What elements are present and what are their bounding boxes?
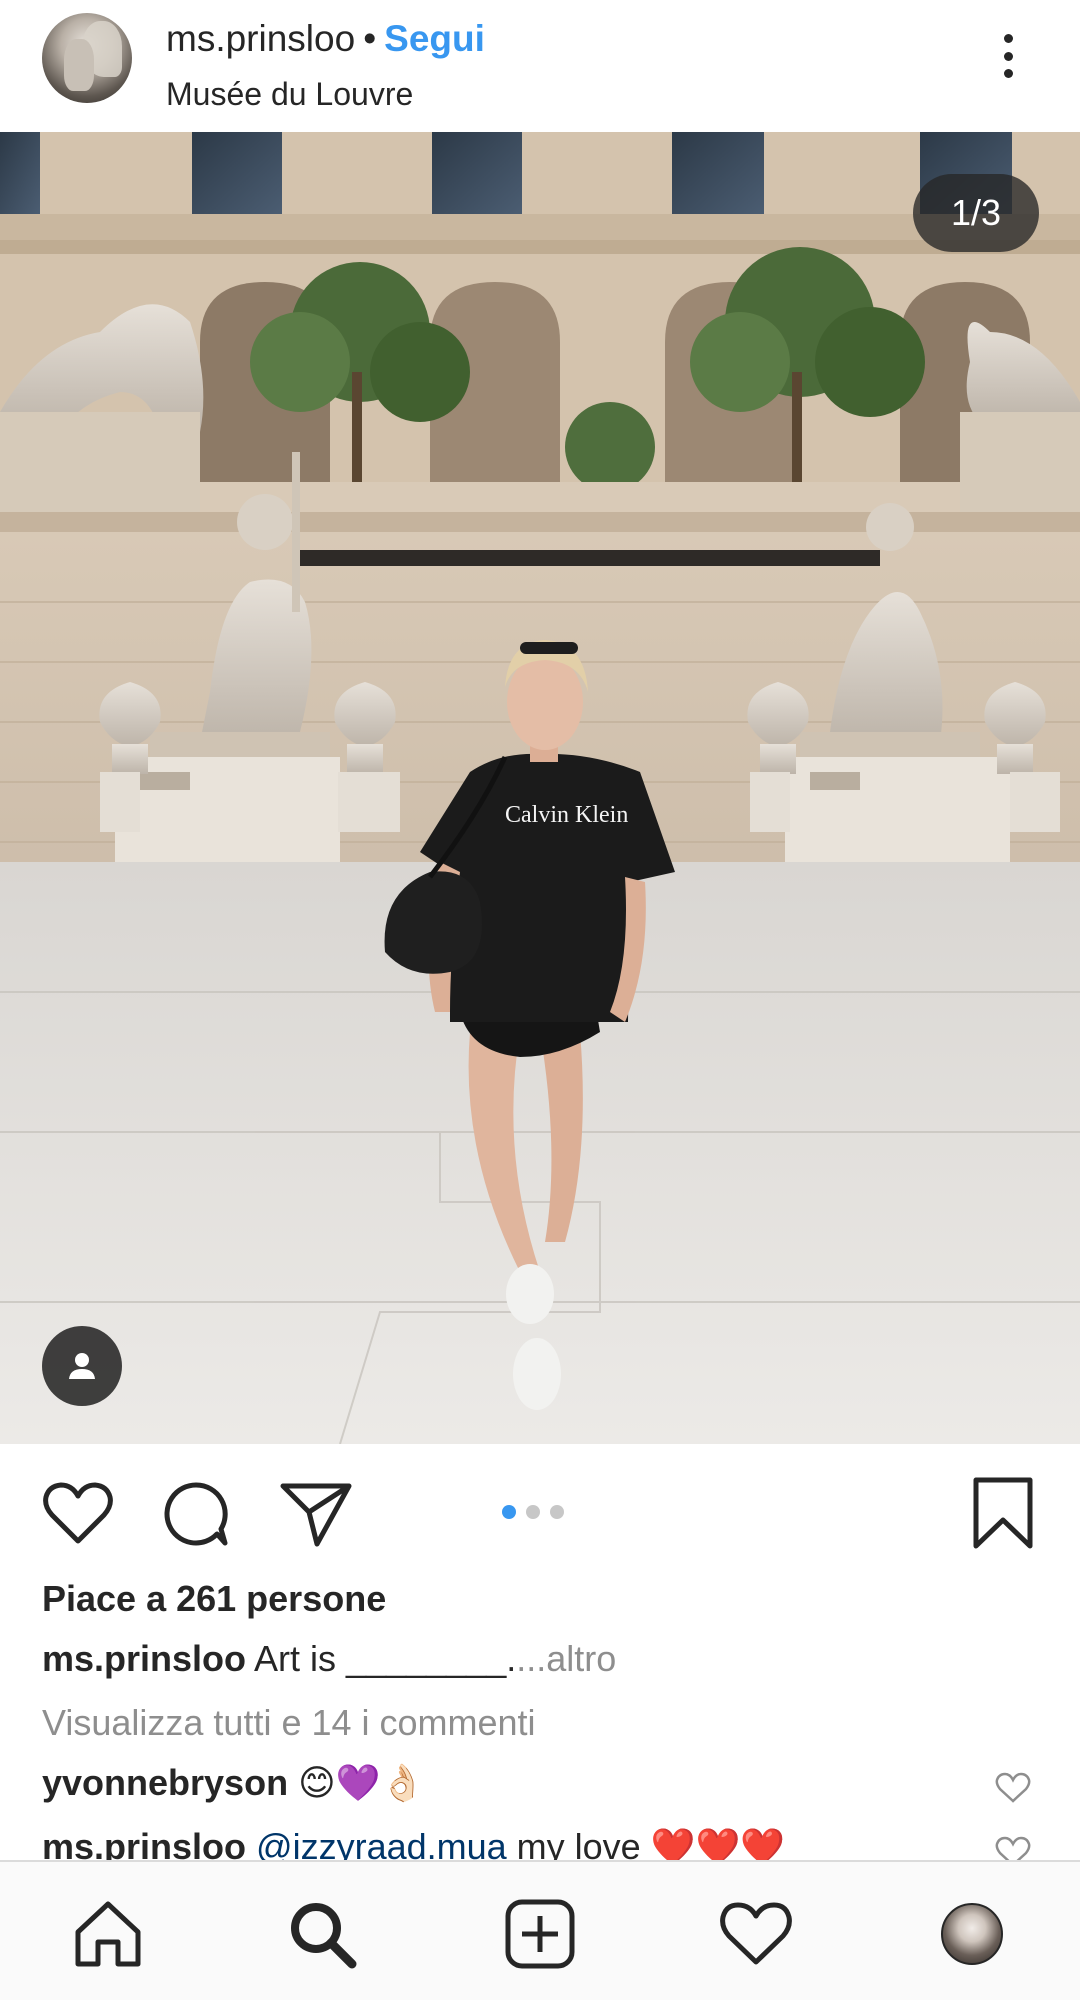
add-post-icon[interactable] xyxy=(500,1894,580,1974)
slide-dot xyxy=(526,1505,540,1519)
more-options-icon[interactable] xyxy=(990,28,1026,84)
home-icon[interactable] xyxy=(68,1894,148,1974)
person-icon xyxy=(69,1353,95,1379)
post-photo[interactable]: Calvin Klein 1/3 xyxy=(0,132,1080,1444)
post-header: ms.prinsloo • Segui Musée du Louvre xyxy=(0,0,1080,132)
caption-username[interactable]: ms.prinsloo xyxy=(42,1638,246,1679)
comment-text: 😊💜👌🏻 xyxy=(288,1762,426,1803)
slide-dot xyxy=(550,1505,564,1519)
slide-counter: 1/3 xyxy=(913,174,1039,252)
user-avatar[interactable] xyxy=(42,13,132,103)
header-title-row: ms.prinsloo • Segui xyxy=(166,14,485,64)
slide-dot-active xyxy=(502,1505,516,1519)
post-caption: ms.prinsloo Art is ________....altro xyxy=(42,1638,616,1680)
share-paper-plane-icon[interactable] xyxy=(278,1478,354,1550)
comment-like-icon[interactable] xyxy=(995,1772,1031,1804)
bookmark-icon[interactable] xyxy=(970,1474,1036,1552)
comment-username[interactable]: yvonnebryson xyxy=(42,1762,288,1803)
comment-bubble-icon[interactable] xyxy=(160,1478,232,1550)
location-link[interactable]: Musée du Louvre xyxy=(166,76,413,113)
caption-text: Art is ________. xyxy=(246,1638,517,1679)
view-all-comments-link[interactable]: Visualizza tutti e 14 i commenti xyxy=(42,1702,536,1744)
like-heart-icon[interactable] xyxy=(40,1478,116,1548)
tagged-people-button[interactable] xyxy=(42,1326,122,1406)
search-icon[interactable] xyxy=(282,1894,362,1974)
username-link[interactable]: ms.prinsloo xyxy=(166,18,355,60)
comment-item: yvonnebryson 😊💜👌🏻 xyxy=(42,1762,425,1804)
photo-scene: Calvin Klein xyxy=(0,132,1080,1444)
profile-avatar[interactable] xyxy=(932,1894,1012,1974)
likes-count[interactable]: Piace a 261 persone xyxy=(42,1578,386,1620)
separator-dot: • xyxy=(363,18,377,59)
activity-heart-icon[interactable] xyxy=(716,1894,796,1974)
slide-indicator xyxy=(502,1505,564,1519)
follow-button[interactable]: Segui xyxy=(384,18,485,60)
post-actions-bar xyxy=(0,1444,1080,1584)
shirt-print-text: Calvin Klein xyxy=(505,802,628,828)
bottom-navigation xyxy=(0,1860,1080,2000)
caption-more-link[interactable]: ...altro xyxy=(516,1638,616,1679)
